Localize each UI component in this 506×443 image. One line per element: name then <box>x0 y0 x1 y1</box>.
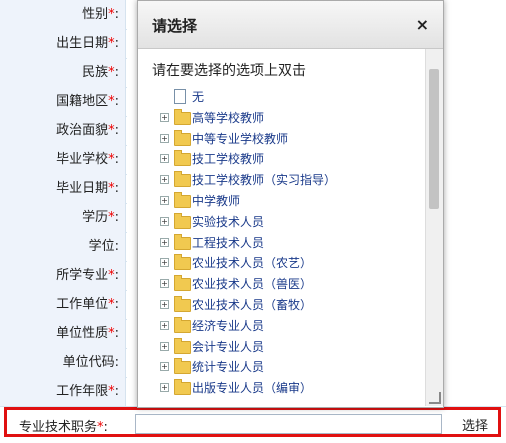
field-label: 工作年限*: <box>0 377 126 406</box>
scrollbar-thumb[interactable] <box>429 69 439 209</box>
expand-icon[interactable]: + <box>160 300 169 309</box>
expand-icon[interactable]: + <box>160 196 169 205</box>
tree-node-label[interactable]: 技工学校教师（实习指导） <box>192 170 336 190</box>
field-label: 学历*: <box>0 203 126 232</box>
tree-node-label[interactable]: 经济专业人员 <box>192 316 264 336</box>
field-label: 单位代码: <box>0 348 126 377</box>
expand-icon[interactable]: + <box>160 258 169 268</box>
select-dialog: 请选择 × 请在要选择的选项上双击 无 + 高等学校教师 + 中等专业学校教师 + 技工学校… <box>137 0 444 408</box>
folder-icon <box>174 171 191 188</box>
expand-icon[interactable]: + <box>160 175 169 185</box>
expand-icon[interactable]: + <box>160 154 169 164</box>
field-label: 所学专业*: <box>0 261 126 290</box>
folder-icon <box>174 337 191 354</box>
expand-icon[interactable]: + <box>160 216 169 226</box>
field-label: 政治面貌*: <box>0 116 126 145</box>
tree-node-label[interactable]: 农业技术人员（农艺） <box>192 253 312 273</box>
folder-icon <box>174 108 191 125</box>
tree-node-label[interactable]: 统计专业人员 <box>192 357 264 377</box>
expand-icon[interactable]: + <box>160 383 169 393</box>
expand-icon[interactable]: + <box>160 133 169 143</box>
folder-icon <box>174 192 191 208</box>
expand-icon[interactable]: + <box>160 341 169 351</box>
expand-icon[interactable]: + <box>160 279 169 289</box>
tree-node-label[interactable]: 出版专业人员（编审） <box>192 378 312 398</box>
folder-icon <box>174 233 191 250</box>
professional-title-label: 专业技术职务*: <box>19 420 108 435</box>
folder-icon <box>174 296 191 312</box>
tree-node-label[interactable]: 中等专业学校教师 <box>192 129 288 149</box>
tree-node-label[interactable]: 农业技术人员（畜牧） <box>192 295 312 315</box>
expand-icon[interactable]: + <box>160 237 169 247</box>
professional-title-row: 专业技术职务*: 选择 <box>4 407 501 437</box>
field-label: 单位性质*: <box>0 319 126 348</box>
folder-icon <box>174 275 191 292</box>
tree-node-label[interactable]: 无 <box>192 87 204 107</box>
scrollbar[interactable] <box>425 49 443 406</box>
folder-icon <box>174 358 191 375</box>
dialog-titlebar: 请选择 × <box>138 1 443 49</box>
select-button[interactable]: 选择 <box>462 415 488 434</box>
field-label: 毕业学校*: <box>0 145 126 174</box>
field-label: 毕业日期*: <box>0 174 126 203</box>
professional-title-input[interactable] <box>135 414 442 434</box>
field-label: 工作单位*: <box>0 290 126 319</box>
field-label: 性别*: <box>0 0 126 29</box>
folder-icon <box>174 316 191 333</box>
tree-node-label[interactable]: 中学教师 <box>192 191 240 211</box>
folder-icon <box>174 129 191 146</box>
tree-node-label[interactable]: 技工学校教师 <box>192 149 264 169</box>
folder-icon <box>174 212 191 229</box>
field-label: 学位: <box>0 232 126 261</box>
field-label: 民族*: <box>0 58 126 87</box>
dialog-hint: 请在要选择的选项上双击 <box>152 63 306 79</box>
tree-node-label[interactable]: 会计专业人员 <box>192 337 264 357</box>
folder-icon <box>174 150 191 167</box>
tree-node-label[interactable]: 农业技术人员（兽医） <box>192 274 312 294</box>
resize-grip-icon[interactable] <box>429 392 441 404</box>
field-label: 国籍地区*: <box>0 87 126 116</box>
close-icon[interactable]: × <box>416 15 429 34</box>
expand-icon[interactable]: + <box>160 320 169 330</box>
expand-icon[interactable]: + <box>160 362 169 372</box>
field-label: 出生日期*: <box>0 29 126 58</box>
folder-icon <box>174 254 191 271</box>
document-icon <box>174 89 186 104</box>
tree-node-label[interactable]: 实验技术人员 <box>192 212 264 232</box>
tree-node-label[interactable]: 高等学校教师 <box>192 108 264 128</box>
tree-node-label[interactable]: 工程技术人员 <box>192 233 264 253</box>
dialog-title: 请选择 <box>152 17 198 35</box>
folder-icon <box>174 379 191 396</box>
expand-icon[interactable]: + <box>160 112 169 122</box>
